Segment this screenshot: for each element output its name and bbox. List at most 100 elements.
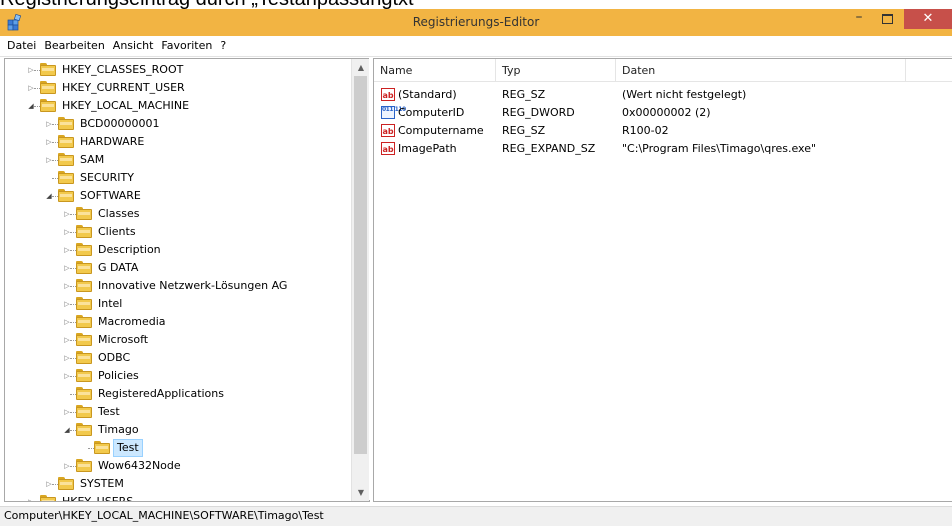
tree-node-label: SOFTWARE (80, 189, 141, 202)
tree-node[interactable]: ▷ BCD00000001 (5, 115, 351, 133)
tree-node-label: SECURITY (80, 171, 134, 184)
value-row[interactable]: ab Computername REG_SZ R100-02 (374, 122, 952, 140)
tree-node-label: BCD00000001 (80, 117, 160, 130)
value-name: ImagePath (398, 142, 457, 155)
folder-icon (76, 405, 92, 419)
window-title: Registrierungs-Editor (412, 15, 540, 29)
tree-node[interactable]: ▷ Wow6432Node (5, 457, 351, 475)
tree-node[interactable]: ▷ Microsoft (5, 331, 351, 349)
expand-arrow-icon[interactable]: ▷ (26, 493, 36, 501)
tree-node[interactable]: ▷ Innovative Netzwerk-Lösungen AG (5, 277, 351, 295)
value-row[interactable]: ab ImagePath REG_EXPAND_SZ "C:\Program File… (374, 140, 952, 158)
value-name: ComputerID (398, 106, 465, 119)
key-tree[interactable]: ▷ HKEY_CLASSES_ROOT ▷ HKEY_CURRENT_USER ◢ HKE… (4, 58, 370, 502)
string-value-icon: ab (381, 124, 395, 137)
tree-node[interactable]: ▷ Test (5, 403, 351, 421)
value-data: (Wert nicht festgelegt) (622, 88, 747, 101)
tree-node-label: RegisteredApplications (98, 387, 224, 400)
value-data: R100-02 (622, 124, 669, 137)
tree-node[interactable]: ▷ ODBC (5, 349, 351, 367)
list-header: Name Typ Daten (374, 59, 952, 82)
tree-node[interactable]: Test (5, 439, 351, 457)
tree-node-label: HKEY_USERS (62, 495, 134, 502)
tree-node-label: HKEY_CLASSES_ROOT (62, 63, 184, 76)
scroll-up-button[interactable]: ▲ (352, 59, 369, 76)
folder-icon (76, 387, 92, 401)
tree-node[interactable]: ▷ SAM (5, 151, 351, 169)
tree-node[interactable]: SECURITY (5, 169, 351, 187)
value-name: Computername (398, 124, 484, 137)
tree-node-label: Policies (98, 369, 139, 382)
tree-node-label: G DATA (98, 261, 139, 274)
tree-node[interactable]: ▷ Macromedia (5, 313, 351, 331)
menu-bar: Datei Bearbeiten Ansicht Favoriten? (0, 36, 952, 57)
tree-node-label: HKEY_LOCAL_MACHINE (62, 99, 190, 112)
tree-node-label: HARDWARE (80, 135, 145, 148)
menu-bearbeiten[interactable]: Bearbeiten (40, 36, 108, 56)
tree-node-label-selected: Test (113, 439, 143, 457)
tree-node-label: Classes (98, 207, 140, 220)
scroll-down-button[interactable]: ▼ (352, 484, 369, 501)
string-value-icon: ab (381, 88, 395, 101)
scroll-thumb[interactable] (354, 76, 367, 454)
tree-node-label: HKEY_CURRENT_USER (62, 81, 185, 94)
tree-node[interactable]: ▷ HKEY_CURRENT_USER (5, 79, 351, 97)
folder-icon (58, 171, 74, 185)
binary-value-icon: 011 110 (381, 106, 406, 119)
tree-scrollbar[interactable]: ▲ ▼ (351, 59, 369, 501)
folder-icon (40, 81, 56, 95)
tree-node[interactable]: ▷ Description (5, 241, 351, 259)
folder-icon (76, 369, 92, 383)
tree-node[interactable]: ▷ SYSTEM (5, 475, 351, 493)
menu-ansicht[interactable]: Ansicht (109, 36, 158, 56)
folder-icon (58, 135, 74, 149)
tree-node[interactable]: ◢ SOFTWARE (5, 187, 351, 205)
tree-node-label: ODBC (98, 351, 131, 364)
folder-icon (76, 261, 92, 275)
value-data: 0x00000002 (2) (622, 106, 711, 119)
column-header-name[interactable]: Name (374, 59, 496, 81)
tree-node[interactable]: ▷ Policies (5, 367, 351, 385)
value-data: "C:\Program Files\Timago\qres.exe" (622, 142, 817, 155)
tree-node[interactable]: ▷ Intel (5, 295, 351, 313)
maximize-button[interactable] (874, 9, 900, 29)
tree-node-label: Description (98, 243, 161, 256)
close-button[interactable]: ✕ (904, 9, 952, 29)
column-header-data[interactable]: Daten (616, 59, 906, 81)
tree-node[interactable]: ▷ G DATA (5, 259, 351, 277)
tree-node-label: Timago (98, 423, 139, 436)
tree-node[interactable]: ◢ HKEY_LOCAL_MACHINE (5, 97, 351, 115)
folder-icon (76, 351, 92, 365)
folder-icon (76, 297, 92, 311)
values-list[interactable]: Name Typ Daten ab (Standard) REG_SZ (Wert n… (373, 58, 952, 502)
folder-icon (58, 153, 74, 167)
folder-icon (76, 279, 92, 293)
value-row[interactable]: ab (Standard) REG_SZ (Wert nicht festgelegt… (374, 86, 952, 104)
column-header-type[interactable]: Typ (496, 59, 616, 81)
folder-icon (40, 63, 56, 77)
folder-icon (76, 243, 92, 257)
maximize-icon (881, 14, 893, 24)
tree-node-label: Microsoft (98, 333, 149, 346)
folder-icon (76, 459, 92, 473)
minimize-button[interactable]: – (846, 9, 872, 29)
tree-node[interactable]: ◢ Timago (5, 421, 351, 439)
tree-node-label: Wow6432Node (98, 459, 181, 472)
folder-icon (76, 423, 92, 437)
menu-datei[interactable]: Datei (3, 36, 40, 56)
tree-node[interactable]: ▷ HKEY_USERS (5, 493, 351, 502)
value-row[interactable]: 011 110 ComputerID REG_DWORD 0x00000002 (2) (374, 104, 952, 122)
menu-help[interactable]: ? (216, 36, 230, 56)
tree-node-label: Innovative Netzwerk-Lösungen AG (98, 279, 288, 292)
tree-node-label: Macromedia (98, 315, 166, 328)
title-bar[interactable]: Registrierungs-Editor – ✕ (0, 9, 952, 36)
string-value-icon: ab (381, 142, 395, 155)
menu-favoriten[interactable]: Favoriten (157, 36, 216, 56)
folder-icon (58, 477, 74, 491)
tree-node[interactable]: RegisteredApplications (5, 385, 351, 403)
tree-node[interactable]: ▷ HKEY_CLASSES_ROOT (5, 61, 351, 79)
tree-node-label: SAM (80, 153, 105, 166)
tree-node[interactable]: ▷ Classes (5, 205, 351, 223)
tree-node[interactable]: ▷ Clients (5, 223, 351, 241)
tree-node[interactable]: ▷ HARDWARE (5, 133, 351, 151)
